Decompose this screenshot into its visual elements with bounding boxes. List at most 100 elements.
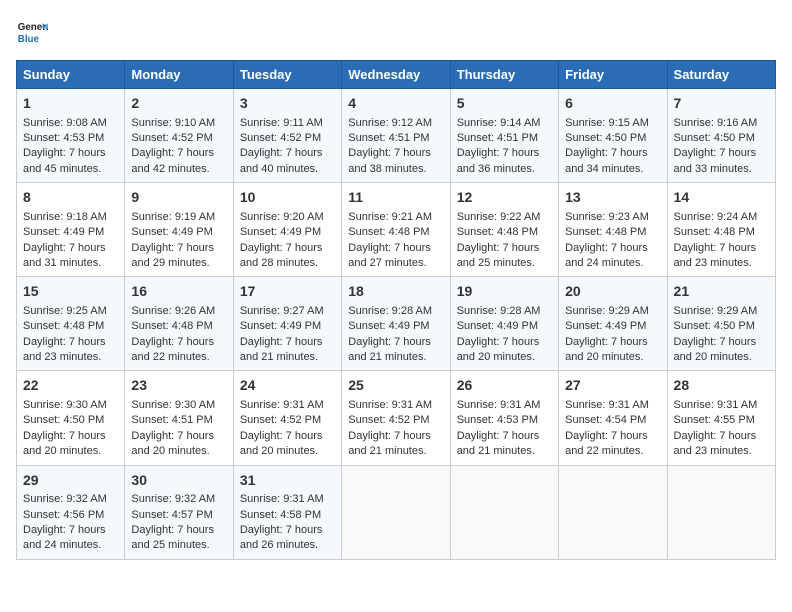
day-number: 30 bbox=[131, 471, 226, 491]
daylight-hours: and 20 minutes. bbox=[565, 351, 643, 363]
sunset: Sunset: 4:58 PM bbox=[240, 509, 321, 521]
daylight-label: Daylight: 7 hours bbox=[131, 242, 214, 254]
calendar-cell bbox=[450, 465, 558, 559]
daylight-hours: and 40 minutes. bbox=[240, 163, 318, 175]
logo: General Blue bbox=[16, 16, 48, 48]
day-number: 16 bbox=[131, 282, 226, 302]
sunset: Sunset: 4:56 PM bbox=[23, 509, 104, 521]
sunrise: Sunrise: 9:28 AM bbox=[457, 305, 541, 317]
sunrise: Sunrise: 9:32 AM bbox=[131, 493, 215, 505]
day-number: 18 bbox=[348, 282, 443, 302]
sunrise: Sunrise: 9:14 AM bbox=[457, 117, 541, 129]
calendar-cell: 6Sunrise: 9:15 AMSunset: 4:50 PMDaylight… bbox=[559, 89, 667, 183]
sunrise: Sunrise: 9:25 AM bbox=[23, 305, 107, 317]
daylight-label: Daylight: 7 hours bbox=[565, 430, 648, 442]
calendar-cell: 21Sunrise: 9:29 AMSunset: 4:50 PMDayligh… bbox=[667, 277, 775, 371]
calendar-cell: 8Sunrise: 9:18 AMSunset: 4:49 PMDaylight… bbox=[17, 183, 125, 277]
calendar-cell: 14Sunrise: 9:24 AMSunset: 4:48 PMDayligh… bbox=[667, 183, 775, 277]
calendar-cell: 27Sunrise: 9:31 AMSunset: 4:54 PMDayligh… bbox=[559, 371, 667, 465]
sunset: Sunset: 4:49 PM bbox=[457, 320, 538, 332]
day-number: 13 bbox=[565, 188, 660, 208]
calendar-cell: 25Sunrise: 9:31 AMSunset: 4:52 PMDayligh… bbox=[342, 371, 450, 465]
sunrise: Sunrise: 9:30 AM bbox=[23, 399, 107, 411]
daylight-label: Daylight: 7 hours bbox=[457, 336, 540, 348]
svg-text:Blue: Blue bbox=[18, 34, 40, 45]
day-number: 22 bbox=[23, 376, 118, 396]
daylight-hours: and 23 minutes. bbox=[674, 445, 752, 457]
daylight-hours: and 25 minutes. bbox=[457, 257, 535, 269]
calendar-cell: 1Sunrise: 9:08 AMSunset: 4:53 PMDaylight… bbox=[17, 89, 125, 183]
day-number: 29 bbox=[23, 471, 118, 491]
daylight-hours: and 20 minutes. bbox=[240, 445, 318, 457]
sunrise: Sunrise: 9:31 AM bbox=[565, 399, 649, 411]
day-number: 25 bbox=[348, 376, 443, 396]
sunrise: Sunrise: 9:12 AM bbox=[348, 117, 432, 129]
sunrise: Sunrise: 9:18 AM bbox=[23, 211, 107, 223]
sunrise: Sunrise: 9:30 AM bbox=[131, 399, 215, 411]
daylight-label: Daylight: 7 hours bbox=[565, 147, 648, 159]
daylight-label: Daylight: 7 hours bbox=[565, 336, 648, 348]
calendar-cell: 26Sunrise: 9:31 AMSunset: 4:53 PMDayligh… bbox=[450, 371, 558, 465]
calendar-cell: 7Sunrise: 9:16 AMSunset: 4:50 PMDaylight… bbox=[667, 89, 775, 183]
sunset: Sunset: 4:48 PM bbox=[23, 320, 104, 332]
daylight-hours: and 45 minutes. bbox=[23, 163, 101, 175]
sunset: Sunset: 4:50 PM bbox=[674, 132, 755, 144]
sunrise: Sunrise: 9:20 AM bbox=[240, 211, 324, 223]
calendar-cell: 15Sunrise: 9:25 AMSunset: 4:48 PMDayligh… bbox=[17, 277, 125, 371]
daylight-label: Daylight: 7 hours bbox=[23, 524, 106, 536]
calendar-cell bbox=[667, 465, 775, 559]
daylight-hours: and 23 minutes. bbox=[674, 257, 752, 269]
calendar-week-5: 29 Sunrise: 9:32 AM Sunset: 4:56 PM Dayligh… bbox=[17, 465, 776, 559]
calendar-cell: 28Sunrise: 9:31 AMSunset: 4:55 PMDayligh… bbox=[667, 371, 775, 465]
daylight-hours: and 20 minutes. bbox=[674, 351, 752, 363]
page-header: General Blue bbox=[16, 16, 776, 48]
calendar-cell: 29Sunrise: 9:32 AMSunset: 4:56 PMDayligh… bbox=[17, 465, 125, 559]
daylight-hours: and 23 minutes. bbox=[23, 351, 101, 363]
sunrise: Sunrise: 9:27 AM bbox=[240, 305, 324, 317]
sunrise: Sunrise: 9:08 AM bbox=[23, 117, 107, 129]
calendar-cell: 18 Sunrise: 9:28 AM Sunset: 4:49 PM Dayligh… bbox=[342, 277, 450, 371]
sunset: Sunset: 4:51 PM bbox=[131, 414, 212, 426]
daylight-label: Daylight: 7 hours bbox=[348, 336, 431, 348]
daylight-label: Daylight: 7 hours bbox=[23, 147, 106, 159]
calendar-cell bbox=[342, 465, 450, 559]
sunset: Sunset: 4:49 PM bbox=[348, 320, 429, 332]
weekday-header-monday: Monday bbox=[125, 61, 233, 89]
calendar-cell: 13Sunrise: 9:23 AMSunset: 4:48 PMDayligh… bbox=[559, 183, 667, 277]
daylight-label: Daylight: 7 hours bbox=[348, 242, 431, 254]
daylight-label: Daylight: 7 hours bbox=[457, 242, 540, 254]
weekday-header-tuesday: Tuesday bbox=[233, 61, 341, 89]
sunrise: Sunrise: 9:31 AM bbox=[240, 493, 324, 505]
day-number: 17 bbox=[240, 282, 335, 302]
sunset: Sunset: 4:49 PM bbox=[240, 320, 321, 332]
calendar-cell: 3Sunrise: 9:11 AMSunset: 4:52 PMDaylight… bbox=[233, 89, 341, 183]
calendar-table: SundayMondayTuesdayWednesdayThursdayFrid… bbox=[16, 60, 776, 560]
sunset: Sunset: 4:48 PM bbox=[348, 226, 429, 238]
daylight-label: Daylight: 7 hours bbox=[23, 242, 106, 254]
sunset: Sunset: 4:48 PM bbox=[457, 226, 538, 238]
daylight-hours: and 20 minutes. bbox=[23, 445, 101, 457]
day-number: 9 bbox=[131, 188, 226, 208]
daylight-hours: and 20 minutes. bbox=[457, 351, 535, 363]
sunrise: Sunrise: 9:22 AM bbox=[457, 211, 541, 223]
day-number: 2 bbox=[131, 94, 226, 114]
sunset: Sunset: 4:51 PM bbox=[457, 132, 538, 144]
day-number: 4 bbox=[348, 94, 443, 114]
calendar-cell: 5Sunrise: 9:14 AMSunset: 4:51 PMDaylight… bbox=[450, 89, 558, 183]
daylight-hours: and 36 minutes. bbox=[457, 163, 535, 175]
day-number: 8 bbox=[23, 188, 118, 208]
calendar-cell: 10Sunrise: 9:20 AMSunset: 4:49 PMDayligh… bbox=[233, 183, 341, 277]
sunset: Sunset: 4:55 PM bbox=[674, 414, 755, 426]
sunrise: Sunrise: 9:29 AM bbox=[565, 305, 649, 317]
daylight-hours: and 25 minutes. bbox=[131, 539, 209, 551]
day-number: 20 bbox=[565, 282, 660, 302]
calendar-week-1: 1Sunrise: 9:08 AMSunset: 4:53 PMDaylight… bbox=[17, 89, 776, 183]
daylight-label: Daylight: 7 hours bbox=[240, 430, 323, 442]
sunrise: Sunrise: 9:31 AM bbox=[348, 399, 432, 411]
sunrise: Sunrise: 9:31 AM bbox=[240, 399, 324, 411]
sunrise: Sunrise: 9:26 AM bbox=[131, 305, 215, 317]
sunrise: Sunrise: 9:23 AM bbox=[565, 211, 649, 223]
day-number: 10 bbox=[240, 188, 335, 208]
sunrise: Sunrise: 9:28 AM bbox=[348, 305, 432, 317]
day-number: 7 bbox=[674, 94, 769, 114]
